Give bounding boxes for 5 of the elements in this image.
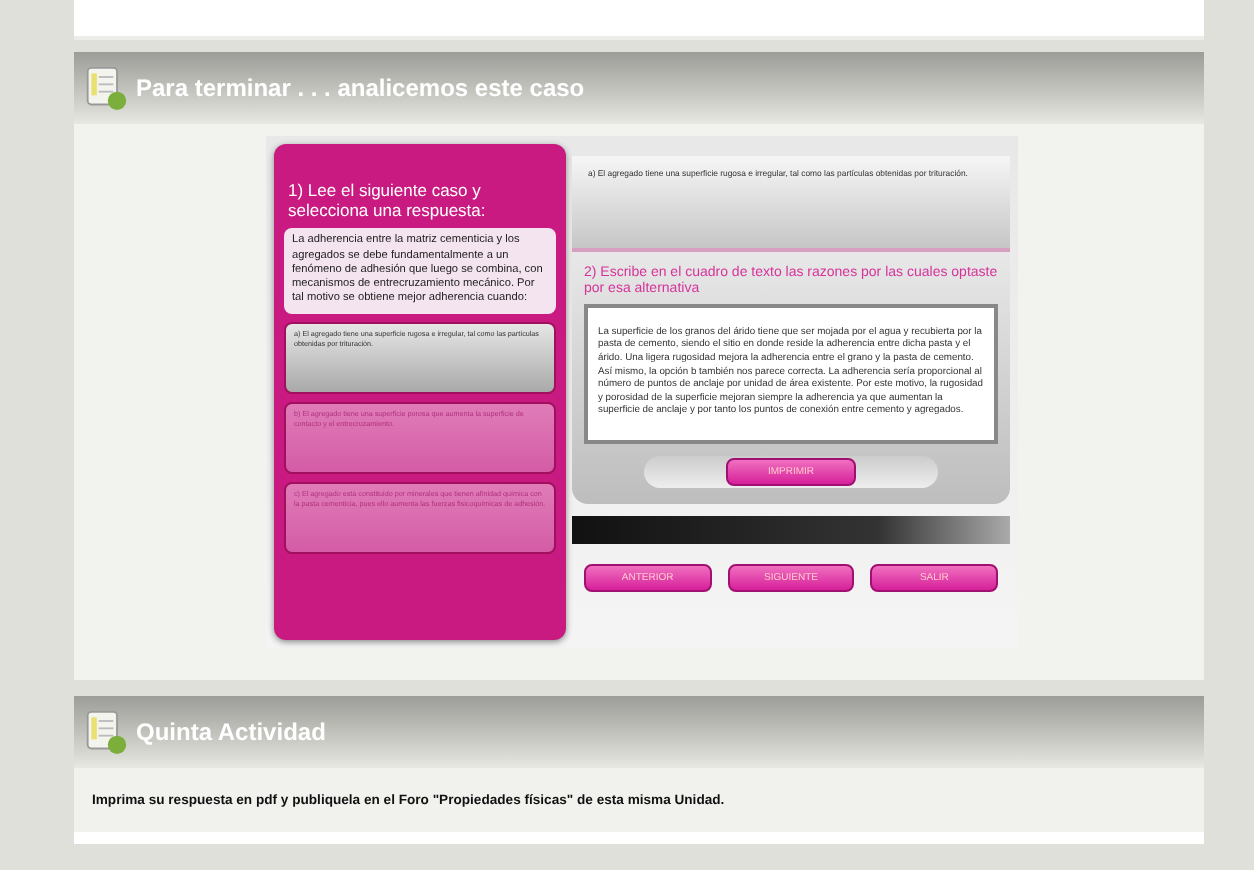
- notepad-icon: [84, 708, 128, 756]
- section-title: Quinta Actividad: [136, 718, 326, 746]
- section-title: Para terminar . . . analicemos este caso: [136, 74, 585, 102]
- step-title: 1) Lee el siguiente caso y selecciona una respuesta:: [288, 180, 488, 221]
- notepad-icon: [84, 64, 128, 112]
